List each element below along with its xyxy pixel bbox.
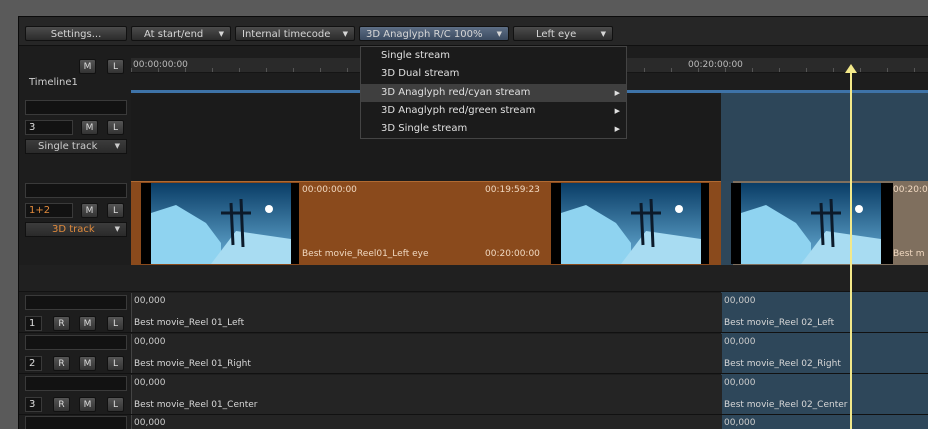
track-name-field[interactable] <box>25 183 127 198</box>
audio-clip-name: Best movie_Reel 01_Center <box>134 400 258 410</box>
ruler-start-timecode: 00:00:00:00 <box>133 60 188 70</box>
editor-window: Settings... At start/end ▼ Internal timec… <box>18 16 928 429</box>
chevron-down-icon: ▼ <box>114 142 120 150</box>
audio-name-field[interactable] <box>25 376 127 391</box>
playhead-line[interactable] <box>850 72 852 429</box>
timeline-name: Timeline1 <box>29 77 78 88</box>
next-clip-timecode: 00:20:0 <box>893 185 928 195</box>
audio-index-field[interactable]: 1 <box>25 316 42 331</box>
audio-clip-name: Best movie_Reel 01_Left <box>134 318 245 328</box>
chevron-down-icon: ▼ <box>600 30 606 38</box>
clip-thumbnail-next <box>731 183 893 264</box>
audio-level: 00,000 <box>134 418 166 428</box>
clip-thumbnail-end <box>551 183 709 264</box>
track-gap <box>19 265 928 292</box>
ruler-mid-timecode: 00:20:00:00 <box>688 60 743 70</box>
stereo-mode-dropdown[interactable]: 3D Anaglyph R/C 100% ▼ <box>359 26 509 41</box>
audio-clip-name: Best movie_Reel 01_Right <box>134 359 251 369</box>
audio-level: 00,000 <box>134 296 166 306</box>
audio-lock-button[interactable]: L <box>107 316 124 331</box>
audio-name-field[interactable] <box>25 335 127 350</box>
audio-level: 00,000 <box>724 378 756 388</box>
submenu-arrow-icon: ▶ <box>614 125 620 133</box>
audio-index-field[interactable]: 2 <box>25 356 42 371</box>
chevron-down-icon: ▼ <box>342 30 348 38</box>
audio-clip-name: Best movie_Reel 02_Right <box>724 359 841 369</box>
audio-record-button[interactable]: R <box>53 397 70 412</box>
audio-lock-button[interactable]: L <box>107 397 124 412</box>
track-name-field[interactable] <box>25 100 127 115</box>
track-lock-button[interactable]: L <box>107 120 124 135</box>
audio-level: 00,000 <box>724 296 756 306</box>
menu-item-anaglyph-red-green[interactable]: 3D Anaglyph red/green stream ▶ <box>361 102 626 120</box>
stream-mode-menu: Single stream 3D Dual stream 3D Anaglyph… <box>360 46 627 139</box>
audio-mute-button[interactable]: M <box>79 356 96 371</box>
audio-index-field[interactable]: 3 <box>25 397 42 412</box>
clip-timecode-in: 00:00:00:00 <box>302 185 357 195</box>
chevron-down-icon: ▼ <box>218 30 224 38</box>
track-lock-button[interactable]: L <box>107 203 124 218</box>
track-mode-dropdown[interactable]: Single track ▼ <box>25 139 127 154</box>
track-index-field[interactable]: 3 <box>25 120 73 135</box>
audio-record-button[interactable]: R <box>53 316 70 331</box>
audio-name-field[interactable] <box>25 416 127 429</box>
timeline-lock-button[interactable]: L <box>107 59 124 74</box>
menu-item-3d-single-stream[interactable]: 3D Single stream ▶ <box>361 120 626 138</box>
clip-timecode-out: 00:20:00:00 <box>485 249 540 259</box>
audio-lock-button[interactable]: L <box>107 356 124 371</box>
submenu-arrow-icon: ▶ <box>614 89 620 97</box>
menu-item-anaglyph-red-cyan[interactable]: 3D Anaglyph red/cyan stream ▶ <box>361 84 626 102</box>
clip-thumbnail-start <box>141 183 299 264</box>
audio-level: 00,000 <box>724 337 756 347</box>
clip-name: Best movie_Reel01_Left eye <box>302 249 429 259</box>
track-index-field[interactable]: 1+2 <box>25 203 73 218</box>
timecode-dropdown[interactable]: Internal timecode ▼ <box>235 26 355 41</box>
menu-item-3d-dual-stream[interactable]: 3D Dual stream <box>361 65 626 83</box>
audio-name-field[interactable] <box>25 295 127 310</box>
track-mute-button[interactable]: M <box>81 203 98 218</box>
audio-level: 00,000 <box>134 378 166 388</box>
track-mute-button[interactable]: M <box>81 120 98 135</box>
audio-mute-button[interactable]: M <box>79 397 96 412</box>
settings-button[interactable]: Settings... <box>25 26 127 41</box>
eye-dropdown[interactable]: Left eye ▼ <box>513 26 613 41</box>
next-clip-name: Best m <box>893 249 925 259</box>
audio-clip-name: Best movie_Reel 02_Center <box>724 400 848 410</box>
clip-timecode-duration: 00:19:59:23 <box>485 185 540 195</box>
start-end-dropdown[interactable]: At start/end ▼ <box>131 26 231 41</box>
submenu-arrow-icon: ▶ <box>614 107 620 115</box>
audio-clip-reel1[interactable] <box>131 415 722 429</box>
audio-clip-name: Best movie_Reel 02_Left <box>724 318 835 328</box>
audio-mute-button[interactable]: M <box>79 316 96 331</box>
track-mode-dropdown[interactable]: 3D track ▼ <box>25 222 127 237</box>
timeline-mute-button[interactable]: M <box>79 59 96 74</box>
audio-record-button[interactable]: R <box>53 356 70 371</box>
chevron-down-icon: ▼ <box>114 225 120 233</box>
chevron-down-icon: ▼ <box>496 30 502 38</box>
menu-item-single-stream[interactable]: Single stream <box>361 47 626 65</box>
audio-level: 00,000 <box>134 337 166 347</box>
audio-level: 00,000 <box>724 418 756 428</box>
